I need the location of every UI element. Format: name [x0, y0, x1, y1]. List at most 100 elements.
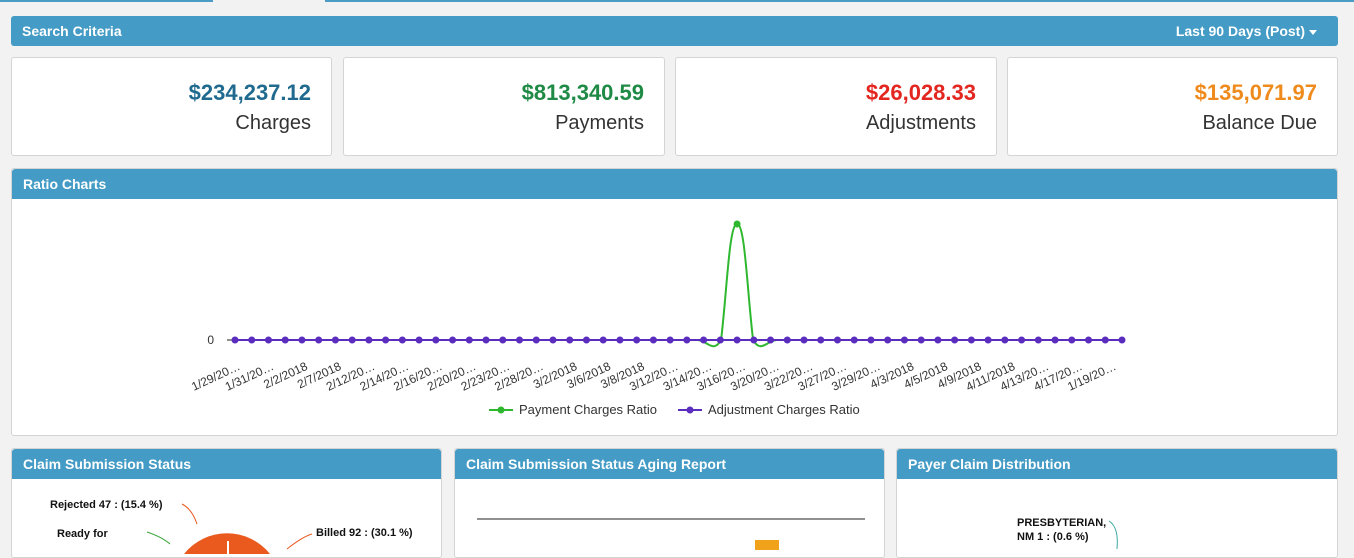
caret-down-icon — [1309, 29, 1317, 35]
top-tab-strip — [0, 0, 1354, 2]
adjustments-card: $26,028.33 Adjustments — [675, 57, 997, 156]
claim-status-title: Claim Submission Status — [23, 456, 192, 472]
adjustment-ratio-point[interactable] — [566, 336, 574, 344]
leader-presbyterian — [1108, 520, 1118, 550]
adjustment-ratio-point[interactable] — [900, 336, 908, 344]
aging-report-title: Claim Submission Status Aging Report — [466, 456, 727, 472]
legend-label[interactable]: Adjustment Charges Ratio — [708, 402, 860, 417]
adjustment-ratio-point[interactable] — [365, 336, 373, 344]
adjustment-ratio-point[interactable] — [1101, 336, 1109, 344]
payer-distribution-pie[interactable] — [897, 479, 1337, 558]
presbyterian-label-line2: NM 1 : (0.6 %) — [1017, 531, 1089, 543]
adjustment-ratio-point[interactable] — [516, 336, 524, 344]
adjustment-ratio-point[interactable] — [800, 336, 808, 344]
adjustment-ratio-point[interactable] — [833, 336, 841, 344]
legend-label[interactable]: Payment Charges Ratio — [519, 402, 657, 417]
adjustment-ratio-point[interactable] — [482, 336, 490, 344]
adjustment-ratio-point[interactable] — [582, 336, 590, 344]
adjustment-ratio-point[interactable] — [934, 336, 942, 344]
payment-ratio-line — [235, 222, 1122, 348]
adjustment-ratio-point[interactable] — [499, 336, 507, 344]
adjustment-ratio-point[interactable] — [984, 336, 992, 344]
adjustment-ratio-point[interactable] — [298, 336, 306, 344]
adjustment-ratio-point[interactable] — [750, 336, 758, 344]
adjustment-ratio-point[interactable] — [666, 336, 674, 344]
adjustment-ratio-point[interactable] — [616, 336, 624, 344]
adjustment-ratio-point[interactable] — [884, 336, 892, 344]
claim-status-header: Claim Submission Status — [12, 449, 441, 479]
aging-report-header: Claim Submission Status Aging Report — [455, 449, 884, 479]
adjustment-ratio-point[interactable] — [398, 336, 406, 344]
adjustment-ratio-point[interactable] — [382, 336, 390, 344]
payments-card: $813,340.59 Payments — [343, 57, 665, 156]
payer-distribution-title: Payer Claim Distribution — [908, 456, 1071, 472]
adjustment-ratio-point[interactable] — [683, 336, 691, 344]
payer-distribution-header: Payer Claim Distribution — [897, 449, 1337, 479]
ratio-charts-title: Ratio Charts — [23, 176, 107, 192]
adjustment-ratio-point[interactable] — [1068, 336, 1076, 344]
adjustment-ratio-point[interactable] — [264, 336, 272, 344]
date-range-label: Last 90 Days (Post) — [1175, 23, 1305, 39]
adjustment-ratio-point[interactable] — [465, 336, 473, 344]
adjustment-ratio-point[interactable] — [967, 336, 975, 344]
adjustment-ratio-point[interactable] — [867, 336, 875, 344]
charges-label: Charges — [235, 112, 311, 134]
adjustment-ratio-point[interactable] — [532, 336, 540, 344]
adjustment-ratio-point[interactable] — [817, 336, 825, 344]
claim-status-pie[interactable] — [12, 479, 441, 558]
adjustment-ratio-point[interactable] — [1018, 336, 1026, 344]
date-range-dropdown[interactable]: Last 90 Days (Post) — [1176, 16, 1317, 46]
claim-status-panel: Claim Submission Status Rejected 47 : (1… — [11, 448, 442, 558]
leader-billed — [286, 533, 313, 550]
adjustment-ratio-point[interactable] — [549, 336, 557, 344]
adjustment-ratio-point[interactable] — [281, 336, 289, 344]
leader-rejected — [181, 503, 198, 525]
adjustment-ratio-point[interactable] — [415, 336, 423, 344]
adjustment-ratio-point[interactable] — [767, 336, 775, 344]
search-criteria-title: Search Criteria — [22, 23, 122, 39]
ratio-charts-panel: Ratio Charts 0 1/29/20… 1/31/20… 2/2/2018 2/… — [11, 168, 1338, 436]
adjustment-ratio-point[interactable] — [248, 336, 256, 344]
adjustment-ratio-point[interactable] — [432, 336, 440, 344]
aging-report-panel: Claim Submission Status Aging Report — [454, 448, 885, 558]
aging-bar[interactable] — [755, 540, 779, 550]
adjustment-ratio-point[interactable] — [1118, 336, 1126, 344]
adjustment-ratio-point[interactable] — [331, 336, 339, 344]
adjustment-ratio-point[interactable] — [1034, 336, 1042, 344]
balance-due-amount: $135,071.97 — [1194, 80, 1317, 105]
payments-label: Payments — [555, 112, 644, 134]
adjustment-ratio-point[interactable] — [231, 336, 239, 344]
adjustment-ratio-point[interactable] — [1085, 336, 1093, 344]
adjustment-ratio-point[interactable] — [733, 336, 741, 344]
adjustment-ratio-point[interactable] — [449, 336, 457, 344]
adjustments-amount: $26,028.33 — [865, 80, 976, 105]
leader-ready — [146, 531, 171, 545]
billed-label: Billed 92 : (30.1 %) — [316, 527, 413, 539]
adjustment-ratio-point[interactable] — [783, 336, 791, 344]
rejected-label: Rejected 47 : (15.4 %) — [50, 499, 163, 511]
adjustment-ratio-point[interactable] — [917, 336, 925, 344]
legend-swatch-point — [497, 406, 505, 414]
adjustment-ratio-point[interactable] — [850, 336, 858, 344]
adjustment-ratio-point[interactable] — [1051, 336, 1059, 344]
adjustment-ratio-point[interactable] — [599, 336, 607, 344]
ratio-line-chart[interactable]: 01/29/20…1/31/20…2/2/20182/7/20182/12/20… — [12, 199, 1337, 436]
adjustment-ratio-point[interactable] — [951, 336, 959, 344]
adjustment-ratio-point[interactable] — [716, 336, 724, 344]
adjustment-ratio-point[interactable] — [649, 336, 657, 344]
adjustment-ratio-point[interactable] — [348, 336, 356, 344]
balance-due-card: $135,071.97 Balance Due — [1007, 57, 1338, 156]
adjustment-ratio-point[interactable] — [315, 336, 323, 344]
charges-card: $234,237.12 Charges — [11, 57, 332, 156]
search-criteria-bar[interactable]: Search Criteria Last 90 Days (Post) — [11, 16, 1338, 46]
adjustment-ratio-point[interactable] — [700, 336, 708, 344]
presbyterian-label-line1: PRESBYTERIAN, — [1017, 517, 1107, 529]
charges-amount: $234,237.12 — [188, 80, 311, 105]
ratio-charts-header: Ratio Charts — [12, 169, 1337, 199]
payment-ratio-point[interactable] — [733, 220, 741, 228]
aging-report-chart[interactable] — [455, 479, 884, 558]
adjustment-ratio-point[interactable] — [633, 336, 641, 344]
adjustment-ratio-point[interactable] — [1001, 336, 1009, 344]
ready-label: Ready for — [57, 528, 108, 540]
payer-distribution-panel: Payer Claim Distribution PRESBYTERIAN, N… — [896, 448, 1338, 558]
